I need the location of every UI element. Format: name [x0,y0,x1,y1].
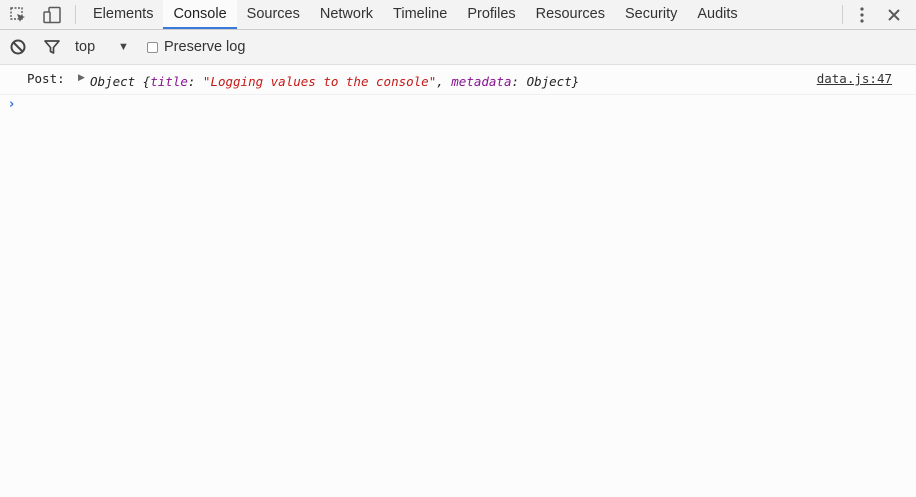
toolbar-divider [75,5,76,24]
object-value: "Logging values to the console" [202,74,437,89]
close-icon[interactable] [880,0,908,29]
prompt-chevron-icon[interactable]: › [9,97,14,112]
tab-resources[interactable]: Resources [526,0,615,29]
source-link[interactable]: data.js:47 [817,71,892,86]
tab-security[interactable]: Security [615,0,687,29]
devtools-tabbar: Elements Console Sources Network Timelin… [0,0,916,30]
tab-elements[interactable]: Elements [83,0,163,29]
tab-profiles[interactable]: Profiles [457,0,525,29]
tab-sources[interactable]: Sources [237,0,310,29]
dropdown-arrow-icon[interactable]: ▼ [118,30,129,64]
panel-tabs: Elements Console Sources Network Timelin… [83,0,748,29]
message-prefix: Post: [27,71,65,86]
console-output: Post: ▶ Object {title: "Logging values t… [0,65,916,112]
clear-console-icon[interactable] [9,30,27,64]
tab-timeline[interactable]: Timeline [383,0,457,29]
expand-triangle-icon[interactable]: ▶ [78,73,85,83]
context-selector[interactable]: top [75,30,95,64]
object-key: title [150,74,188,89]
tab-console[interactable]: Console [163,0,237,29]
context-label: top [75,39,96,55]
object-preview[interactable]: Object {title: "Logging values to the co… [90,74,579,89]
inspect-element-icon[interactable] [4,0,32,29]
filter-icon[interactable] [43,30,61,64]
checkbox-box[interactable] [147,41,158,53]
object-key: metadata [451,74,512,89]
tab-network[interactable]: Network [310,0,383,29]
more-vertical-icon[interactable] [848,0,876,29]
preserve-log-checkbox[interactable]: Preserve log [147,30,245,64]
console-message: Post: ▶ Object {title: "Logging values t… [0,65,916,95]
object-value: Object [526,74,572,89]
preserve-log-label: Preserve log [164,39,246,55]
console-toolbar: top ▼ Preserve log [0,30,916,65]
tab-audits[interactable]: Audits [687,0,747,29]
object-type: Object [90,74,136,89]
toolbar-divider [842,5,843,24]
device-mode-icon[interactable] [38,0,66,29]
